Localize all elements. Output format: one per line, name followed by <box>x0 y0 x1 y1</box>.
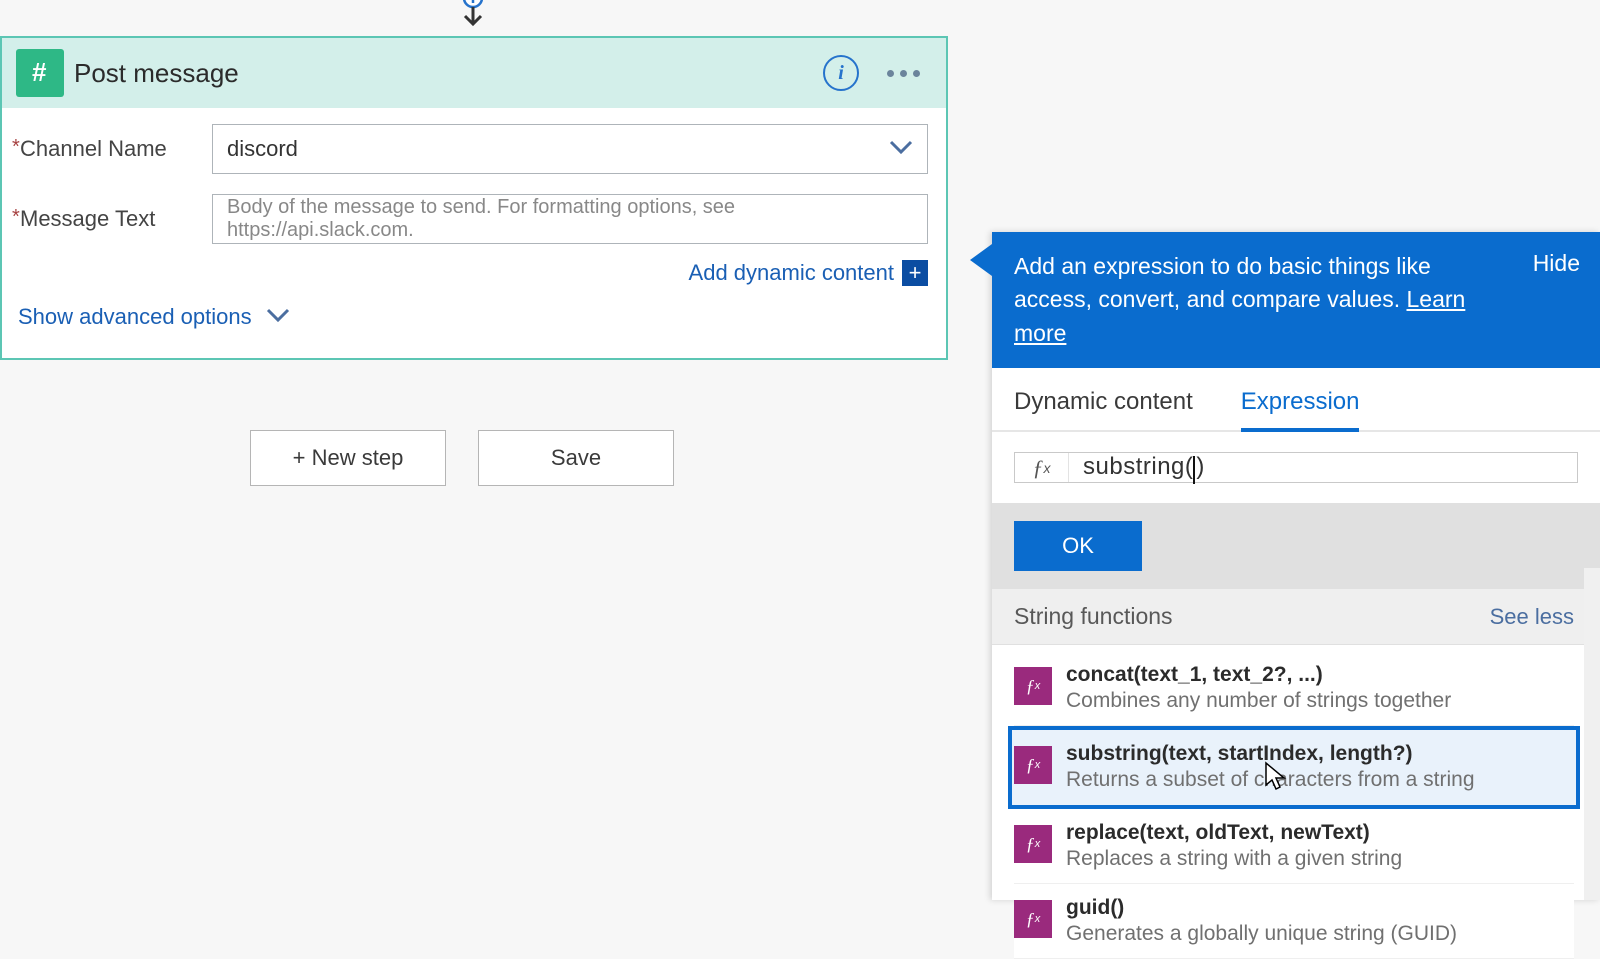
channel-name-value: discord <box>227 136 298 162</box>
expression-value-pre: substring( <box>1083 453 1193 480</box>
function-item-guid[interactable]: ƒx guid() Generates a globally unique st… <box>1014 884 1574 959</box>
panel-banner: Add an expression to do basic things lik… <box>992 232 1600 368</box>
ok-button[interactable]: OK <box>1014 521 1142 571</box>
function-description: Returns a subset of characters from a st… <box>1066 768 1574 792</box>
info-icon[interactable]: i <box>823 55 859 91</box>
expression-input-row: ƒx substring() <box>1014 452 1578 483</box>
ok-label: OK <box>1062 533 1094 558</box>
svg-text:#: # <box>32 58 47 87</box>
fx-icon: ƒx <box>1014 825 1052 863</box>
fx-icon: ƒx <box>1014 900 1052 938</box>
card-header: # Post message i <box>2 38 946 108</box>
function-description: Generates a globally unique string (GUID… <box>1066 922 1574 946</box>
channel-name-label: Channel Name <box>12 136 212 162</box>
slack-icon: # <box>16 49 64 97</box>
show-advanced-options-label: Show advanced options <box>18 304 252 330</box>
field-message-text: Message Text Body of the message to send… <box>12 194 928 244</box>
card-body: Channel Name discord Message Text Body o… <box>2 108 946 358</box>
fx-icon: ƒx <box>1015 453 1069 482</box>
save-button[interactable]: Save <box>478 430 674 486</box>
action-card-post-message: # Post message i Channel Name discord Me… <box>0 36 948 360</box>
footer-buttons: + New step Save <box>250 430 674 486</box>
panel-scrollbar[interactable] <box>1584 568 1600 900</box>
channel-name-select[interactable]: discord <box>212 124 928 174</box>
hide-panel-link[interactable]: Hide <box>1533 250 1580 277</box>
fx-icon: ƒx <box>1014 667 1052 705</box>
add-dynamic-content-link[interactable]: Add dynamic content + <box>12 260 928 286</box>
expression-input[interactable]: substring() <box>1069 453 1577 482</box>
show-advanced-options-link[interactable]: Show advanced options <box>12 300 928 336</box>
function-signature: concat(text_1, text_2?, ...) <box>1066 663 1574 687</box>
function-signature: replace(text, oldText, newText) <box>1066 821 1574 845</box>
chevron-down-icon <box>266 304 290 330</box>
chevron-down-icon <box>889 136 913 162</box>
field-channel-name: Channel Name discord <box>12 124 928 174</box>
tab-expression[interactable]: Expression <box>1241 388 1360 432</box>
save-label: Save <box>551 445 601 471</box>
tab-dynamic-content[interactable]: Dynamic content <box>1014 388 1193 430</box>
card-title: Post message <box>74 58 823 89</box>
function-item-replace[interactable]: ƒx replace(text, oldText, newText) Repla… <box>1014 809 1574 884</box>
flow-connector-arrow <box>450 0 496 34</box>
function-description: Combines any number of strings together <box>1066 689 1574 713</box>
ok-row: OK <box>992 503 1600 589</box>
function-group-header: String functions See less <box>992 589 1600 645</box>
more-menu-icon[interactable] <box>881 64 926 83</box>
fx-icon: ƒx <box>1014 746 1052 784</box>
expression-panel: Add an expression to do basic things lik… <box>992 232 1600 900</box>
message-text-label: Message Text <box>12 206 212 232</box>
function-signature: substring(text, startIndex, length?) <box>1066 742 1574 766</box>
function-group-title: String functions <box>1014 603 1173 630</box>
add-dynamic-content-label: Add dynamic content <box>689 260 894 286</box>
banner-text: Add an expression to do basic things lik… <box>1014 253 1431 312</box>
expression-value-post: ) <box>1196 453 1205 480</box>
new-step-label: + New step <box>293 445 404 471</box>
function-list: ƒx concat(text_1, text_2?, ...) Combines… <box>992 645 1600 959</box>
see-less-link[interactable]: See less <box>1490 604 1574 630</box>
message-text-placeholder: Body of the message to send. For formatt… <box>227 196 913 242</box>
function-item-substring[interactable]: ƒx substring(text, startIndex, length?) … <box>1010 728 1578 807</box>
panel-callout-pointer <box>970 244 992 276</box>
plus-icon: + <box>902 260 928 286</box>
panel-tabs: Dynamic content Expression <box>992 368 1600 432</box>
function-description: Replaces a string with a given string <box>1066 847 1574 871</box>
new-step-button[interactable]: + New step <box>250 430 446 486</box>
message-text-input[interactable]: Body of the message to send. For formatt… <box>212 194 928 244</box>
function-item-concat[interactable]: ƒx concat(text_1, text_2?, ...) Combines… <box>1014 651 1574 726</box>
